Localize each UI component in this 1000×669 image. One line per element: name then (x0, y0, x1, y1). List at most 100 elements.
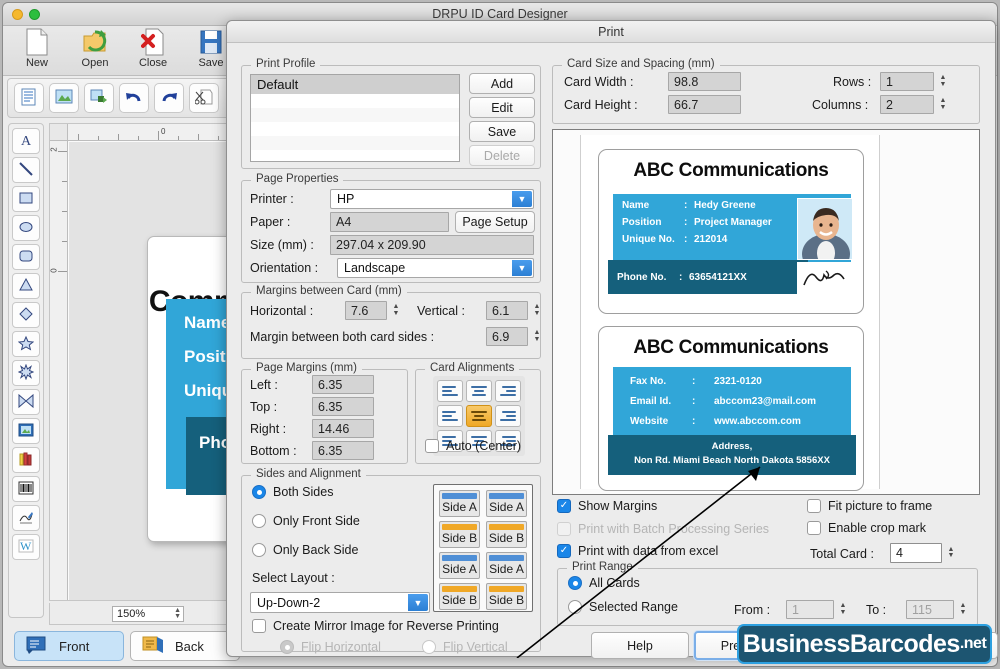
card-front-icon (25, 635, 49, 658)
chevron-down-icon[interactable]: ▼ (408, 594, 428, 611)
left-margin-input[interactable]: 6.35 (312, 375, 374, 394)
printer-select[interactable]: HP ▼ (330, 189, 534, 209)
tab-back[interactable]: Back (130, 631, 240, 661)
total-card-input[interactable]: 4 (890, 543, 942, 563)
chevron-down-icon[interactable]: ▼ (512, 260, 532, 276)
starburst-tool-button[interactable] (12, 360, 40, 386)
all-cards-label: All Cards (589, 576, 640, 590)
toolbar-close-button[interactable]: Close (125, 26, 181, 69)
option-only-front[interactable]: Only Front Side (252, 514, 360, 528)
align-middle-center[interactable] (466, 405, 492, 427)
properties-button[interactable] (14, 83, 44, 113)
triangle-tool-button[interactable] (12, 273, 40, 299)
four-point-star-tool-button[interactable] (12, 389, 40, 415)
text-tool-button[interactable]: A (12, 128, 40, 154)
selected-range-row[interactable]: Selected Range (568, 600, 678, 614)
flip-vertical-radio (422, 640, 436, 654)
auto-center-checkbox-row[interactable]: Auto (Center) (425, 439, 521, 453)
window-controls[interactable] (12, 9, 40, 20)
both-sides-margin-input[interactable]: 6.9 (486, 327, 528, 346)
columns-stepper[interactable]: ▲ ▼ (936, 95, 950, 114)
right-margin-input[interactable]: 14.46 (312, 419, 374, 438)
all-cards-radio[interactable] (568, 576, 582, 590)
maximize-dot[interactable] (29, 9, 40, 20)
fit-picture-checkbox[interactable] (807, 499, 821, 513)
show-margins-checkbox[interactable]: ✓ (557, 499, 571, 513)
align-top-right[interactable] (495, 380, 521, 402)
diamond-tool-button[interactable] (12, 302, 40, 328)
redo-button[interactable] (154, 83, 184, 113)
tab-front[interactable]: Front (14, 631, 124, 661)
show-margins-row[interactable]: ✓ Show Margins (557, 499, 657, 513)
rounded-rectangle-tool-button[interactable] (12, 244, 40, 270)
zoom-stepper[interactable]: ▲ ▼ (174, 607, 181, 621)
horizontal-margin-stepper[interactable]: ▲ ▼ (389, 301, 403, 320)
option-only-back[interactable]: Only Back Side (252, 543, 358, 557)
profile-add-button[interactable]: Add (469, 73, 535, 94)
selected-range-radio[interactable] (568, 600, 582, 614)
signature-tool-button[interactable] (12, 505, 40, 531)
zoom-level-input[interactable]: 150% ▲ ▼ (112, 605, 184, 622)
top-margin-input[interactable]: 6.35 (312, 397, 374, 416)
cut-button[interactable] (189, 83, 219, 113)
card-width-input[interactable]: 98.8 (668, 72, 741, 91)
image-export-button[interactable] (84, 83, 114, 113)
ellipse-tool-button[interactable] (12, 215, 40, 241)
watermark-tool-button[interactable]: W (12, 534, 40, 560)
toolbar-new-button[interactable]: New (9, 26, 65, 69)
page-setup-button[interactable]: Page Setup (455, 211, 535, 233)
print-preview-pane[interactable]: ABC Communications Name : Hedy Greene Po… (552, 129, 980, 495)
rows-stepper[interactable]: ▲ ▼ (936, 72, 950, 91)
front-field-position-value: Project Manager (694, 217, 772, 228)
line-tool-button[interactable] (12, 157, 40, 183)
only-back-radio[interactable] (252, 543, 266, 557)
columns-input[interactable]: 2 (880, 95, 934, 114)
fit-picture-row[interactable]: Fit picture to frame (807, 499, 932, 513)
bottom-margin-input[interactable]: 6.35 (312, 441, 374, 460)
crop-mark-row[interactable]: Enable crop mark (807, 521, 926, 535)
mirror-image-checkbox[interactable] (252, 619, 266, 633)
preview-sheet: ABC Communications Name : Hedy Greene Po… (580, 135, 880, 491)
only-front-radio[interactable] (252, 514, 266, 528)
total-card-stepper[interactable]: ▲ ▼ (944, 543, 958, 563)
align-middle-right[interactable] (495, 405, 521, 427)
toolbar-open-button[interactable]: Open (67, 26, 123, 69)
star-tool-button[interactable] (12, 331, 40, 357)
auto-center-checkbox[interactable] (425, 439, 439, 453)
align-top-center[interactable] (466, 380, 492, 402)
print-profile-list[interactable]: Default (250, 74, 460, 162)
chevron-down-icon[interactable]: ▼ (512, 191, 532, 207)
rows-input[interactable]: 1 (880, 72, 934, 91)
front-field-position-colon: : (684, 217, 688, 228)
picture-tool-button[interactable] (12, 418, 40, 444)
barcode-tool-button[interactable] (12, 476, 40, 502)
both-sides-radio[interactable] (252, 485, 266, 499)
both-sides-margin-stepper[interactable]: ▲ ▼ (530, 327, 544, 346)
orientation-select[interactable]: Landscape ▼ (337, 258, 534, 278)
vertical-margin-input[interactable]: 6.1 (486, 301, 528, 320)
horizontal-margin-input[interactable]: 7.6 (345, 301, 387, 320)
print-profile-item-default[interactable]: Default (251, 75, 459, 94)
align-middle-left[interactable] (437, 405, 463, 427)
align-top-left[interactable] (437, 380, 463, 402)
mirror-image-row[interactable]: Create Mirror Image for Reverse Printing (252, 619, 499, 633)
undo-button[interactable] (119, 83, 149, 113)
print-dialog-title: Print (227, 21, 995, 43)
card-height-input[interactable]: 66.7 (668, 95, 741, 114)
option-both-sides[interactable]: Both Sides (252, 485, 333, 499)
print-range-legend: Print Range (567, 561, 638, 573)
help-button[interactable]: Help (591, 632, 689, 659)
profile-edit-button[interactable]: Edit (469, 97, 535, 118)
all-cards-row[interactable]: All Cards (568, 576, 640, 590)
crop-mark-checkbox[interactable] (807, 521, 821, 535)
profile-save-button[interactable]: Save (469, 121, 535, 142)
select-layout-combo[interactable]: Up-Down-2 ▼ (250, 592, 430, 613)
from-stepper: ▲ ▼ (839, 602, 847, 616)
vertical-margin-stepper[interactable]: ▲ ▼ (530, 301, 544, 320)
library-tool-button[interactable] (12, 447, 40, 473)
rectangle-tool-button[interactable] (12, 186, 40, 212)
excel-data-row[interactable]: ✓ Print with data from excel (557, 544, 718, 558)
excel-data-checkbox[interactable]: ✓ (557, 544, 571, 558)
minimize-dot[interactable] (12, 9, 23, 20)
background-image-button[interactable] (49, 83, 79, 113)
